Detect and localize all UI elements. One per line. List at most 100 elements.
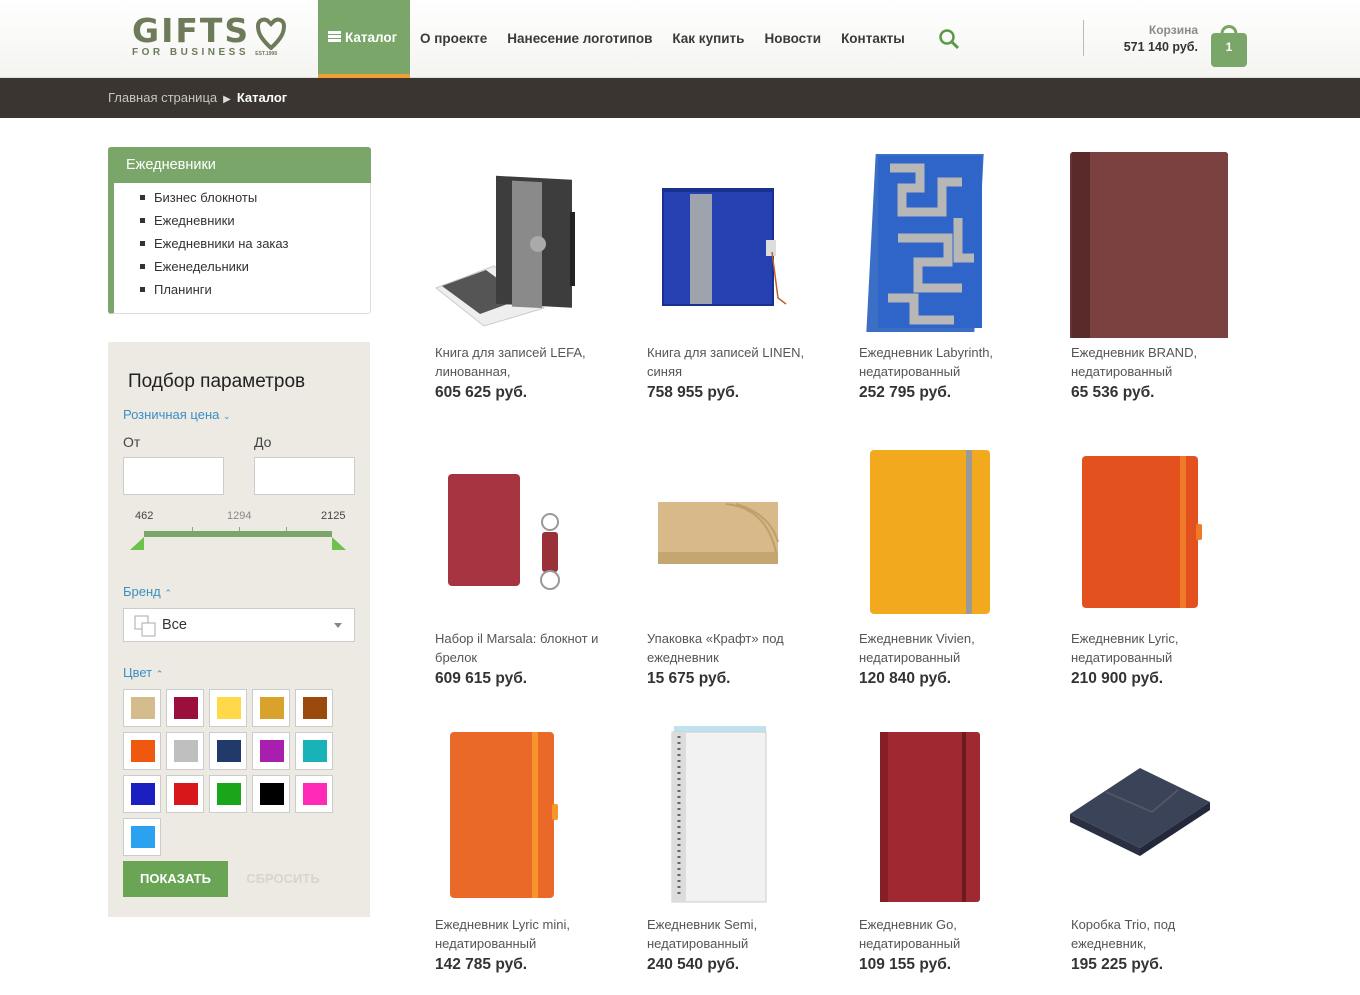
product-title[interactable]: Ежедневник Lyric, недатированный bbox=[1071, 629, 1241, 667]
main-nav: Каталог О проекте Нанесение логотипов Ка… bbox=[318, 0, 915, 78]
price-from-label: От bbox=[123, 434, 141, 450]
price-to-label: До bbox=[254, 434, 272, 450]
color-swatch[interactable] bbox=[295, 732, 333, 770]
category-title[interactable]: Ежедневники bbox=[108, 147, 371, 183]
color-swatch[interactable] bbox=[123, 689, 161, 727]
product-price: 240 540 руб. bbox=[647, 956, 740, 973]
brand-select[interactable]: Все bbox=[123, 608, 355, 642]
brand-filter-toggle[interactable]: Бренд ⌃ bbox=[123, 584, 172, 599]
color-swatch[interactable] bbox=[295, 775, 333, 813]
product-price: 195 225 руб. bbox=[1071, 956, 1164, 973]
color-swatch[interactable] bbox=[166, 775, 204, 813]
color-swatch-fill bbox=[217, 783, 241, 805]
category-item-planners[interactable]: Планинги bbox=[140, 280, 288, 303]
color-swatch[interactable] bbox=[209, 689, 247, 727]
product-title[interactable]: Ежедневник Semi, недатированный bbox=[647, 915, 817, 953]
dropdown-arrow-icon bbox=[334, 623, 342, 628]
category-item-weeklies[interactable]: Еженедельники bbox=[140, 257, 288, 280]
filter-panel: Подбор параметров Розничная цена ⌄ От До… bbox=[108, 342, 370, 917]
diary-vivien-image bbox=[870, 450, 990, 614]
price-from-input[interactable] bbox=[123, 457, 224, 495]
product-price: 210 900 руб. bbox=[1071, 670, 1164, 687]
color-swatch[interactable] bbox=[209, 732, 247, 770]
chevron-up-icon: ⌃ bbox=[155, 669, 164, 679]
site-header: GIFTS FOR BUSINESS EST.1998 Каталог О пр… bbox=[0, 0, 1360, 78]
category-item-custom-diaries[interactable]: Ежедневники на заказ bbox=[140, 234, 288, 257]
cart-button[interactable]: 1 bbox=[1210, 22, 1248, 68]
product-title[interactable]: Ежедневник Lyric mini, недатированный bbox=[435, 915, 605, 953]
brand-select-value: Все bbox=[162, 617, 187, 633]
product-title[interactable]: Коробка Trio, под ежедневник, bbox=[1071, 915, 1241, 953]
show-button[interactable]: ПОКАЗАТЬ bbox=[123, 861, 228, 897]
color-swatch[interactable] bbox=[252, 689, 290, 727]
product-title[interactable]: Упаковка «Крафт» под ежедневник bbox=[647, 629, 817, 667]
category-list: Бизнес блокноты Ежедневники Ежедневники … bbox=[140, 188, 288, 303]
color-swatch-fill bbox=[260, 697, 284, 719]
color-swatch[interactable] bbox=[123, 818, 161, 856]
nav-contacts[interactable]: Контакты bbox=[831, 0, 915, 78]
product-price: 252 795 руб. bbox=[859, 384, 952, 401]
color-swatch-fill bbox=[303, 697, 327, 719]
color-swatch-fill bbox=[217, 740, 241, 762]
product-title[interactable]: Книга для записей LINEN, синяя bbox=[647, 343, 817, 381]
nav-news[interactable]: Новости bbox=[754, 0, 831, 78]
nav-how-to-buy[interactable]: Как купить bbox=[662, 0, 754, 78]
color-swatch-fill bbox=[131, 783, 155, 805]
notebook-linen-image bbox=[662, 188, 787, 306]
product-price: 120 840 руб. bbox=[859, 670, 952, 687]
nav-about[interactable]: О проекте bbox=[410, 0, 497, 78]
search-icon[interactable] bbox=[938, 28, 960, 50]
diary-semi-image bbox=[671, 726, 767, 903]
diary-lyric-mini-image bbox=[450, 732, 558, 898]
chevron-up-icon: ⌃ bbox=[164, 588, 172, 598]
product-title[interactable]: Ежедневник Go, недатированный bbox=[859, 915, 1029, 953]
kraft-box-image bbox=[658, 502, 779, 564]
category-item-diaries[interactable]: Ежедневники bbox=[140, 211, 288, 234]
price-scale-min: 462 bbox=[135, 510, 154, 522]
price-range-track[interactable] bbox=[144, 531, 332, 537]
box-trio-image bbox=[1070, 768, 1210, 856]
price-to-input[interactable] bbox=[254, 457, 355, 495]
set-marsala-image bbox=[448, 474, 560, 590]
breadcrumb-home[interactable]: Главная страница bbox=[108, 90, 217, 105]
product-title[interactable]: Ежедневник Vivien, недатированный bbox=[859, 629, 1029, 667]
product-title[interactable]: Ежедневник BRAND, недатированный bbox=[1071, 343, 1241, 381]
color-swatch[interactable] bbox=[209, 775, 247, 813]
chevron-down-icon: ⌄ bbox=[222, 411, 231, 421]
color-swatch-fill bbox=[174, 740, 198, 762]
color-swatch[interactable] bbox=[295, 689, 333, 727]
product-price: 109 155 руб. bbox=[859, 956, 952, 973]
product-price: 65 536 руб. bbox=[1071, 384, 1155, 401]
price-scale-mid: 1294 bbox=[227, 510, 252, 522]
heart-icon bbox=[256, 17, 286, 50]
diary-labyrinth-image bbox=[866, 154, 984, 332]
color-swatch-fill bbox=[131, 740, 155, 762]
product-price: 609 615 руб. bbox=[435, 670, 528, 687]
color-swatch-fill bbox=[260, 783, 284, 805]
color-swatch[interactable] bbox=[252, 732, 290, 770]
color-swatch[interactable] bbox=[252, 775, 290, 813]
color-swatch[interactable] bbox=[123, 775, 161, 813]
logo[interactable]: GIFTS FOR BUSINESS EST.1998 bbox=[132, 14, 292, 64]
range-handle-min[interactable] bbox=[130, 537, 144, 550]
category-item-business-notebooks[interactable]: Бизнес блокноты bbox=[140, 188, 288, 211]
diary-lyric-image bbox=[1082, 456, 1202, 608]
price-filter-toggle[interactable]: Розничная цена ⌄ bbox=[123, 407, 231, 422]
color-swatch[interactable] bbox=[123, 732, 161, 770]
color-swatch-fill bbox=[303, 740, 327, 762]
color-swatch[interactable] bbox=[166, 689, 204, 727]
product-title[interactable]: Ежедневник Labyrinth, недатированный bbox=[859, 343, 1029, 381]
color-swatch-fill bbox=[174, 783, 198, 805]
product-title[interactable]: Набор il Marsala: блокнот и брелок bbox=[435, 629, 605, 667]
nav-catalog[interactable]: Каталог bbox=[318, 0, 410, 78]
product-title[interactable]: Книга для записей LEFA, линованная, bbox=[435, 343, 605, 381]
category-box: Ежедневники Бизнес блокноты Ежедневники … bbox=[108, 147, 371, 314]
reset-button[interactable]: СБРОСИТЬ bbox=[238, 861, 328, 897]
color-swatch-fill bbox=[217, 697, 241, 719]
cart-label: Корзина bbox=[1148, 23, 1198, 37]
color-filter-toggle[interactable]: Цвет ⌃ bbox=[123, 665, 163, 680]
breadcrumb: Главная страница ▶ Каталог bbox=[0, 78, 1360, 118]
range-handle-max[interactable] bbox=[332, 537, 346, 550]
color-swatch[interactable] bbox=[166, 732, 204, 770]
nav-logo-printing[interactable]: Нанесение логотипов bbox=[497, 0, 662, 78]
